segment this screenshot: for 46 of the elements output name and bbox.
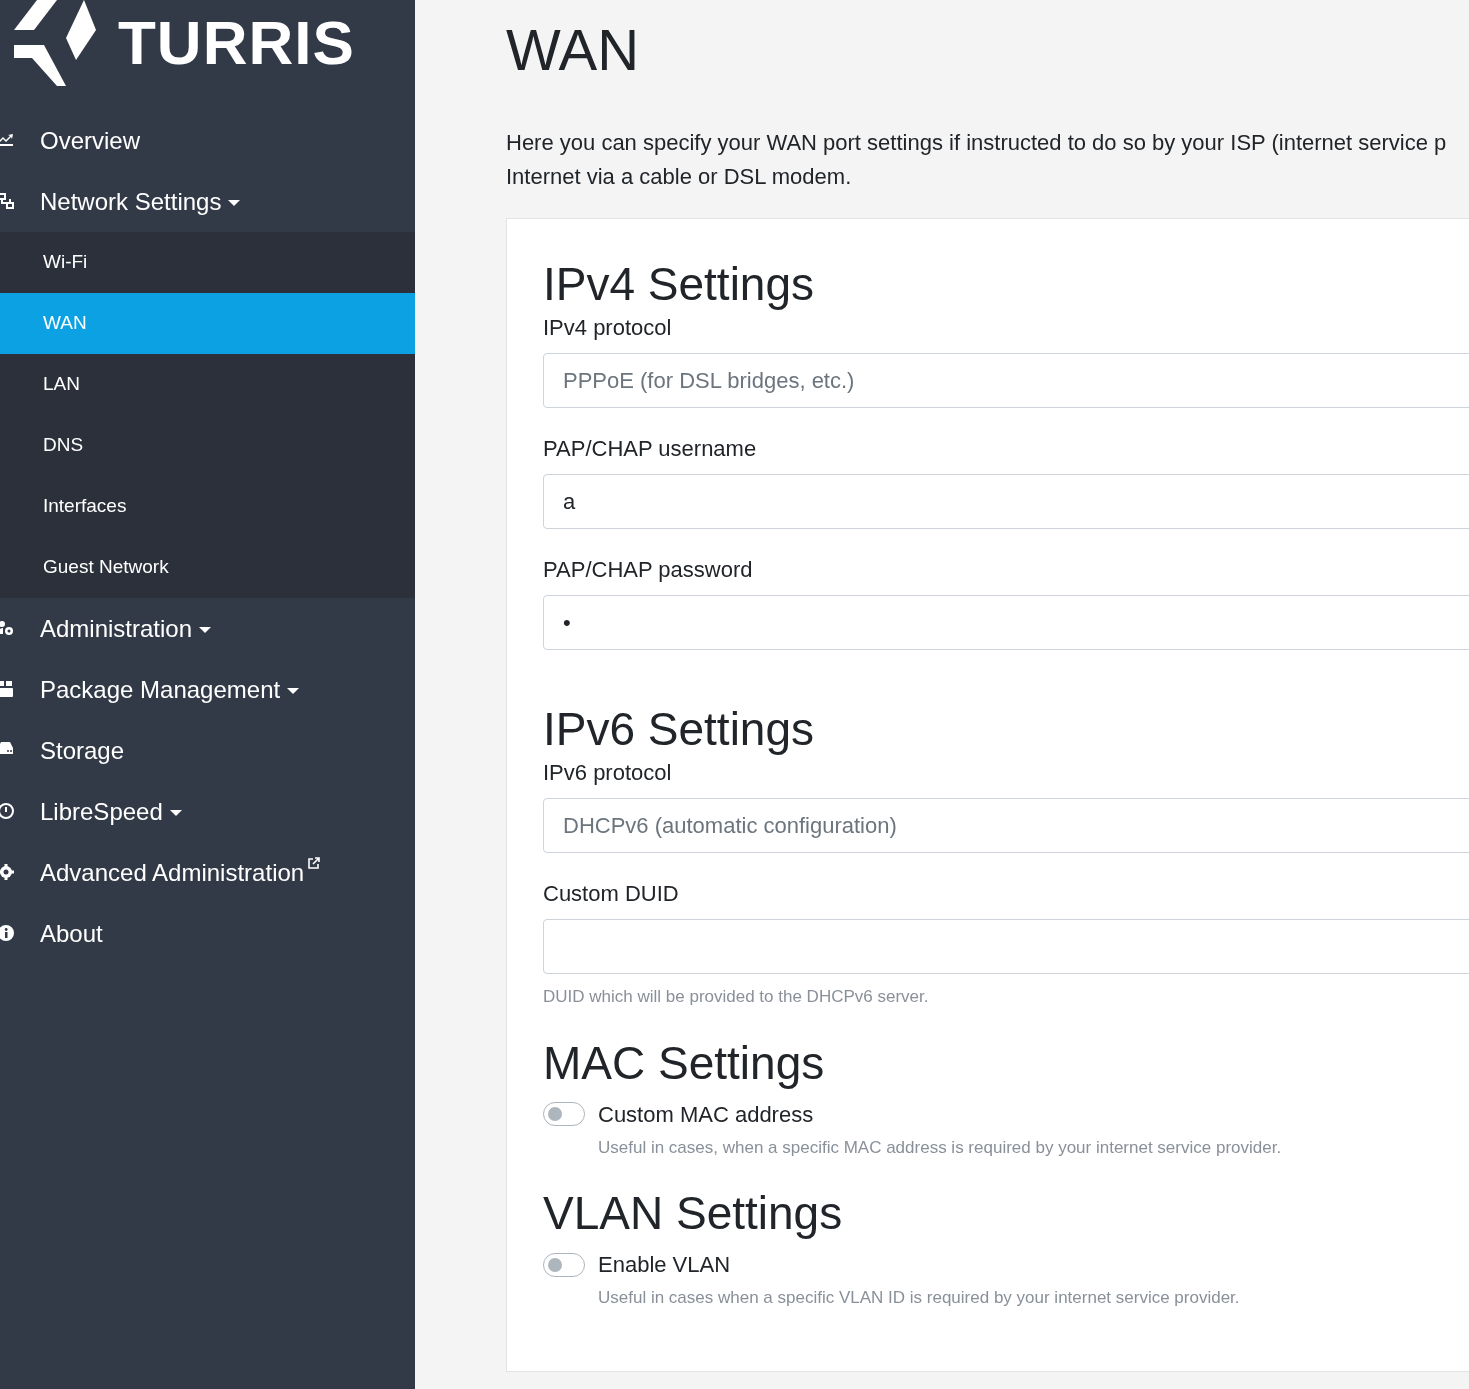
input-field[interactable]: a	[543, 474, 1469, 529]
nav-item[interactable]: Package Management	[0, 659, 415, 720]
submenu-item[interactable]: LAN	[0, 354, 415, 415]
input-field[interactable]	[543, 919, 1469, 974]
field-label: PAP/CHAP username	[543, 435, 757, 463]
field-label: IPv6 protocol	[543, 759, 672, 787]
toggle-switch[interactable]	[543, 1102, 585, 1126]
intro-text: Internet via a cable or DSL modem.	[506, 163, 852, 191]
box-icon	[0, 681, 14, 697]
nav-item[interactable]: Network Settings	[0, 171, 415, 232]
network-icon	[0, 193, 14, 209]
nav-item[interactable]: Storage	[0, 720, 415, 781]
switch-label: Custom MAC address	[598, 1100, 814, 1129]
intro-text: Here you can specify your WAN port settings if instructed to do so by your ISP (internet service p	[506, 129, 1447, 157]
caret-icon	[199, 626, 212, 633]
section-heading: IPv6 Settings	[543, 702, 816, 757]
nav-item[interactable]: Administration	[0, 598, 415, 659]
nav-item[interactable]: About	[0, 903, 415, 964]
gauge-icon	[0, 803, 14, 819]
logo-text: TURRIS	[118, 7, 355, 79]
nav-item[interactable]: Overview	[0, 110, 415, 171]
submenu-item[interactable]: Wi-Fi	[0, 232, 415, 293]
chart-icon	[0, 132, 14, 146]
section-heading: VLAN Settings	[543, 1186, 844, 1241]
caret-icon	[287, 687, 300, 694]
section-heading: MAC Settings	[543, 1035, 826, 1091]
submenu-item[interactable]: Guest Network	[0, 537, 415, 598]
caret-icon	[228, 199, 241, 206]
help-text: Useful in cases, when a specific MAC address is required by your internet service provider.	[598, 1136, 1282, 1159]
caret-icon	[169, 809, 182, 816]
external-link-icon	[308, 857, 321, 869]
help-text: DUID which will be provided to the DHCPv6 server.	[543, 986, 929, 1008]
toggle-switch[interactable]	[543, 1252, 585, 1277]
help-text: Useful in cases when a specific VLAN ID is required by your internet service provider.	[598, 1287, 1240, 1309]
input-field[interactable]: •	[543, 595, 1469, 650]
switch-label: Enable VLAN	[598, 1251, 731, 1279]
logo-icon	[12, 0, 98, 86]
submenu-item[interactable]: DNS	[0, 415, 415, 476]
page-title: WAN	[506, 16, 640, 84]
field-label: IPv4 protocol	[543, 314, 672, 342]
field-label: PAP/CHAP password	[543, 556, 753, 584]
nav-item[interactable]: LibreSpeed	[0, 781, 415, 842]
nav-item[interactable]: Advanced Administration	[0, 842, 415, 903]
submenu-item[interactable]: Interfaces	[0, 476, 415, 537]
field-label: Custom DUID	[543, 880, 679, 908]
section-heading: IPv4 Settings	[543, 257, 816, 312]
